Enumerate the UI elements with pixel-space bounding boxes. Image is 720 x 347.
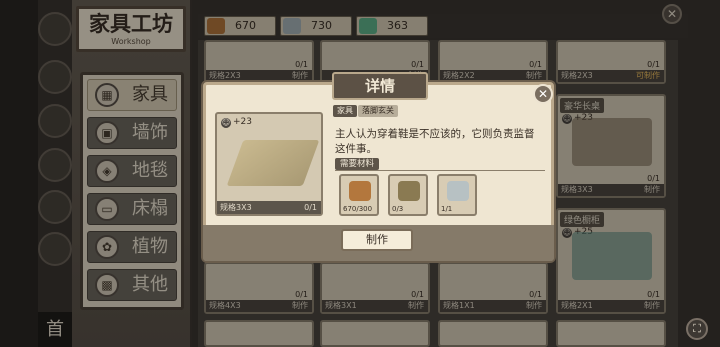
material-slot[interactable]: 670/300 [339, 174, 379, 216]
item-type-tag: 家具 [333, 105, 357, 117]
modal-title: 详情 [364, 77, 395, 95]
preview-count: 0/1 [304, 203, 317, 212]
modal-title-plate: 详情 [332, 72, 428, 100]
craft-button[interactable]: 制作 [341, 229, 413, 251]
material-slot[interactable]: 1/1 [437, 174, 477, 216]
crystal-icon [447, 181, 469, 201]
item-preview: ☺ +23 规格3X3 0/1 [215, 112, 323, 216]
material-count: 0/3 [392, 205, 404, 213]
item-description: 主人认为穿着鞋是不应该的，它则负责监督这件事。 [335, 128, 535, 155]
preview-spec: 规格3X3 [220, 203, 252, 212]
comfort-value: +23 [233, 117, 252, 127]
materials-divider [335, 170, 545, 171]
material-count: 1/1 [441, 205, 453, 213]
material-slot[interactable]: 0/3 [388, 174, 428, 216]
preview-footer: 规格3X3 0/1 [217, 201, 321, 214]
material-count: 670/300 [343, 205, 373, 213]
close-icon[interactable]: ✕ [533, 84, 553, 104]
wood-icon [349, 181, 371, 201]
item-name-tag: 落脚玄关 [358, 105, 398, 117]
comfort-icon: ☺ [221, 118, 231, 128]
entryway-art [226, 140, 320, 186]
fullscreen-icon[interactable]: ⛶ [686, 318, 708, 340]
ore-icon [398, 181, 420, 201]
materials-label: 需要材料 [335, 158, 380, 170]
